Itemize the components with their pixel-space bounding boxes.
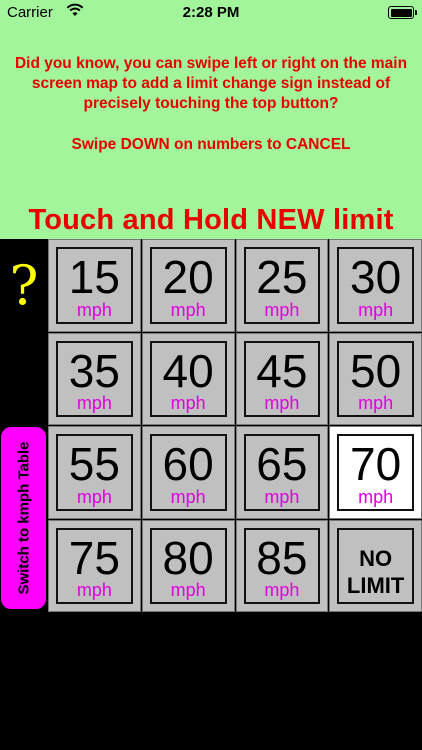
speed-limit-sign: 60 mph: [149, 434, 227, 511]
speed-limit-sign: 20 mph: [149, 247, 227, 324]
speed-limit-sign: 85 mph: [243, 527, 321, 604]
limit-value: 60: [162, 438, 214, 490]
no-limit-line-2: LIMIT: [346, 572, 405, 598]
limit-unit: mph: [264, 486, 300, 507]
limit-unit: mph: [264, 299, 300, 320]
limit-unit: mph: [358, 393, 394, 413]
limit-40-button[interactable]: 40 mph: [141, 332, 235, 425]
speed-limit-grid: 15 mph 20 mph 25 mph 30 mph 35 mph 40 mph 45 mp…: [48, 239, 422, 612]
no-limit-label: NO LIMIT: [339, 545, 412, 599]
info-panel: Did you know, you can swipe left or righ…: [0, 26, 422, 239]
help-button[interactable]: ?: [0, 256, 48, 316]
limit-unit: mph: [76, 299, 112, 320]
limit-80-button[interactable]: 80 mph: [141, 519, 235, 612]
speed-limit-sign: 70 mph: [337, 434, 414, 511]
clock: 2:28 PM: [182, 4, 240, 21]
speed-limit-sign: 55 mph: [56, 434, 133, 511]
limit-35-button[interactable]: 35 mph: [48, 332, 141, 425]
switch-kmph-button[interactable]: Switch to kmph Table: [1, 427, 46, 609]
limit-value: 75: [68, 531, 120, 584]
status-bar: Carrier 2:28 PM: [0, 0, 422, 26]
speed-limit-sign: 25 mph: [243, 247, 321, 324]
limit-unit: mph: [264, 580, 300, 600]
limit-value: 45: [256, 344, 308, 397]
limit-value: 40: [162, 344, 214, 397]
speed-limit-sign: 15 mph: [56, 247, 133, 324]
no-limit-line-1: NO: [359, 545, 393, 571]
limit-unit: mph: [264, 393, 300, 413]
limit-unit: mph: [76, 580, 112, 600]
limit-value: 30: [350, 251, 402, 303]
limit-value: 15: [68, 251, 120, 303]
switch-kmph-label: Switch to kmph Table: [15, 441, 32, 595]
limit-unit: mph: [358, 486, 394, 507]
limit-20-button[interactable]: 20 mph: [141, 239, 235, 332]
limit-value: 80: [162, 531, 214, 584]
limit-15-button[interactable]: 15 mph: [48, 239, 141, 332]
limit-value: 35: [68, 344, 120, 397]
limit-unit: mph: [170, 299, 206, 320]
limit-unit: mph: [170, 580, 206, 600]
no-limit-button[interactable]: NO LIMIT: [329, 519, 422, 612]
limit-value: 20: [162, 251, 214, 303]
limit-65-button[interactable]: 65 mph: [235, 426, 329, 519]
limit-unit: mph: [170, 486, 206, 507]
limit-30-button[interactable]: 30 mph: [329, 239, 422, 332]
limit-50-button[interactable]: 50 mph: [329, 332, 422, 425]
limit-unit: mph: [76, 393, 112, 413]
speed-limit-sign: 75 mph: [56, 527, 133, 604]
limit-value: 70: [350, 438, 402, 490]
limit-unit: mph: [76, 486, 112, 507]
limit-value: 50: [350, 344, 402, 397]
limit-value: 85: [256, 531, 308, 584]
page-title: Touch and Hold NEW limit: [28, 204, 394, 236]
limit-55-button[interactable]: 55 mph: [48, 426, 141, 519]
no-limit-sign: NO LIMIT: [337, 527, 414, 604]
speed-limit-sign: 45 mph: [243, 340, 321, 417]
swipe-tip: Did you know, you can swipe left or righ…: [14, 55, 408, 112]
limit-70-button[interactable]: 70 mph: [329, 426, 422, 519]
limit-45-button[interactable]: 45 mph: [235, 332, 329, 425]
limit-unit: mph: [170, 393, 206, 413]
speed-limit-sign: 35 mph: [56, 340, 133, 417]
speed-limit-sign: 80 mph: [149, 527, 227, 604]
speed-limit-sign: 30 mph: [337, 247, 414, 324]
limit-25-button[interactable]: 25 mph: [235, 239, 329, 332]
limit-value: 65: [256, 438, 308, 490]
limit-value: 55: [68, 438, 120, 490]
limit-60-button[interactable]: 60 mph: [141, 426, 235, 519]
battery-icon: [388, 6, 417, 19]
speed-limit-sign: 65 mph: [243, 434, 321, 511]
speed-limit-sign: 40 mph: [149, 340, 227, 417]
limit-75-button[interactable]: 75 mph: [48, 519, 141, 612]
limit-unit: mph: [358, 299, 394, 320]
limit-85-button[interactable]: 85 mph: [235, 519, 329, 612]
cancel-hint: Swipe DOWN on numbers to CANCEL: [71, 136, 351, 153]
limit-value: 25: [256, 251, 308, 303]
speed-limit-sign: 50 mph: [337, 340, 414, 417]
